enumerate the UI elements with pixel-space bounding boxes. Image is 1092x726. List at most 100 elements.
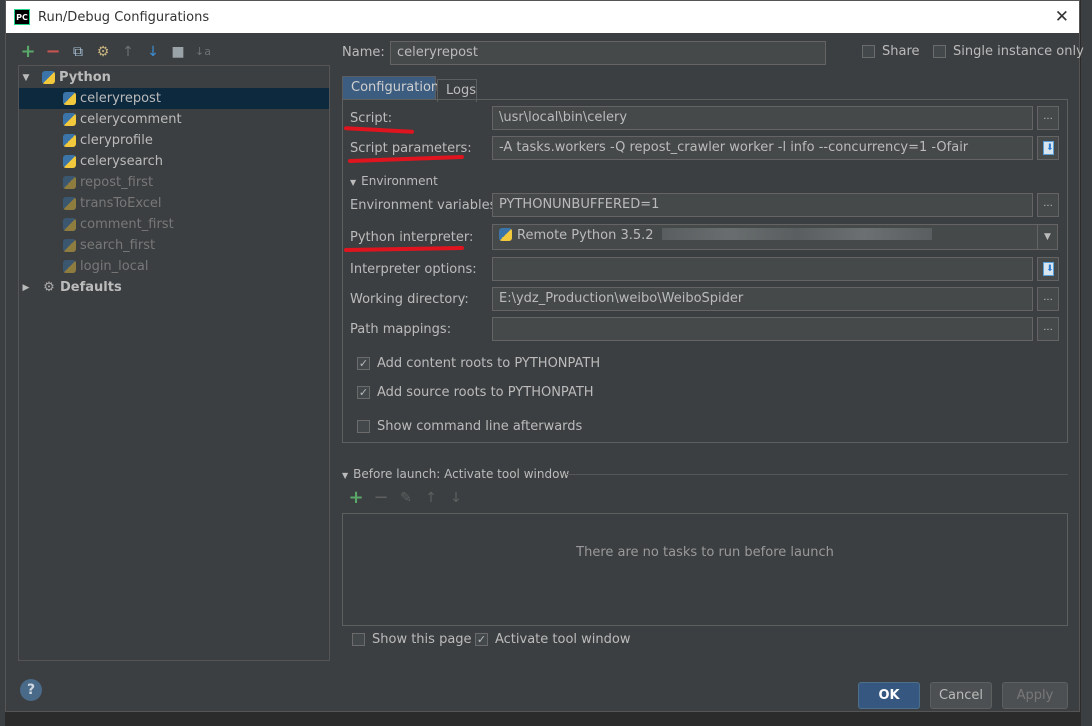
tree-item-label: celerysearch xyxy=(80,154,163,169)
remove-icon[interactable]: − xyxy=(373,489,389,507)
add-source-roots-label: Add source roots to PYTHONPATH xyxy=(377,385,594,400)
add-icon[interactable]: + xyxy=(20,43,36,61)
script-label: Script: xyxy=(350,111,393,126)
python-icon xyxy=(499,228,512,241)
move-down-icon[interactable]: ↓ xyxy=(448,490,464,506)
tree-item-repost-first[interactable]: repost_first xyxy=(19,172,329,193)
show-this-page-label: Show this page xyxy=(372,632,472,647)
edit-path-mappings-button[interactable]: ... xyxy=(1037,317,1059,341)
share-checkbox[interactable] xyxy=(862,45,875,58)
defaults-gear-icon: ⚙ xyxy=(43,279,55,295)
name-input[interactable]: celeryrepost xyxy=(390,41,826,65)
tree-group-defaults[interactable]: ▶ ⚙ Defaults xyxy=(19,277,329,298)
activate-tool-window-label: Activate tool window xyxy=(495,632,631,647)
add-content-roots-label: Add content roots to PYTHONPATH xyxy=(377,356,601,371)
environment-section-label: Environment xyxy=(361,174,438,188)
python-interpreter-label: Python interpreter: xyxy=(350,230,474,245)
window-title: Run/Debug Configurations xyxy=(38,9,210,25)
pycharm-app-icon: PC xyxy=(14,9,30,25)
tree-item-label: cleryprofile xyxy=(80,133,153,148)
expand-arrow-icon[interactable]: ▼ xyxy=(19,73,33,83)
python-icon xyxy=(63,218,76,231)
folder-icon[interactable]: ■ xyxy=(170,44,186,60)
before-launch-empty-text: There are no tasks to run before launch xyxy=(576,545,834,560)
python-icon xyxy=(63,113,76,126)
move-down-icon[interactable]: ↓ xyxy=(145,44,161,60)
add-content-roots-checkbox[interactable]: ✓ xyxy=(357,357,370,370)
interpreter-value: Remote Python 3.5.2 xyxy=(517,228,654,243)
tree-item-celerycomment[interactable]: celerycomment xyxy=(19,109,329,130)
tree-item-transtoexcel[interactable]: transToExcel xyxy=(19,193,329,214)
add-source-roots-checkbox[interactable]: ✓ xyxy=(357,386,370,399)
activate-tool-window-checkbox[interactable]: ✓ xyxy=(475,633,488,646)
python-interpreter-select[interactable]: Remote Python 3.5.2 ▼ xyxy=(492,224,1058,250)
show-this-page-checkbox[interactable] xyxy=(352,633,365,646)
show-cmdline-label: Show command line afterwards xyxy=(377,419,583,434)
before-launch-task-list: There are no tasks to run before launch xyxy=(342,513,1068,626)
remove-icon[interactable]: − xyxy=(45,43,61,61)
show-cmdline-checkbox[interactable] xyxy=(357,420,370,433)
edit-env-vars-button[interactable]: ... xyxy=(1037,193,1059,217)
single-instance-checkbox[interactable] xyxy=(933,45,946,58)
tree-toolbar: + − ⧉ ⚙ ↑ ↓ ■ ↓a xyxy=(20,41,211,63)
tree-group-python[interactable]: ▼ Python xyxy=(19,67,329,88)
chevron-down-icon[interactable]: ▼ xyxy=(1037,225,1057,249)
cancel-button[interactable]: Cancel xyxy=(930,682,992,709)
tree-item-label: celerycomment xyxy=(80,112,182,127)
before-launch-title: Before launch: Activate tool window xyxy=(353,467,570,481)
tab-configuration[interactable]: Configuration xyxy=(342,76,439,99)
tree-item-cleryprofile[interactable]: cleryprofile xyxy=(19,130,329,151)
browse-working-dir-button[interactable]: ... xyxy=(1037,287,1059,311)
working-directory-label: Working directory: xyxy=(350,292,469,307)
expand-options-button[interactable]: ⬇ xyxy=(1037,257,1059,281)
close-icon[interactable]: ✕ xyxy=(1055,7,1069,27)
expand-parameters-button[interactable]: ⬇ xyxy=(1037,136,1059,160)
expand-arrow-icon[interactable]: ▶ xyxy=(19,283,33,293)
move-up-icon[interactable]: ↑ xyxy=(120,44,136,60)
interpreter-options-input[interactable] xyxy=(492,257,1033,281)
browse-script-button[interactable]: ... xyxy=(1037,106,1059,130)
add-icon[interactable]: + xyxy=(348,489,364,507)
ide-background-right xyxy=(1080,0,1092,726)
tree-item-label: celeryrepost xyxy=(80,91,161,106)
working-directory-input[interactable]: E:\ydz_Production\weibo\WeiboSpider xyxy=(492,287,1033,311)
run-debug-dialog: PC Run/Debug Configurations ✕ + − ⧉ ⚙ ↑ … xyxy=(5,0,1084,712)
single-instance-label: Single instance only xyxy=(953,44,1084,59)
apply-button[interactable]: Apply xyxy=(1002,682,1068,709)
tree-item-comment-first[interactable]: comment_first xyxy=(19,214,329,235)
title-bar: PC Run/Debug Configurations ✕ xyxy=(6,1,1079,33)
tree-item-label: search_first xyxy=(80,238,156,253)
script-parameters-input[interactable]: -A tasks.workers -Q repost_crawler worke… xyxy=(492,136,1033,160)
interpreter-options-label: Interpreter options: xyxy=(350,262,477,277)
separator xyxy=(566,474,1068,475)
script-parameters-label: Script parameters: xyxy=(350,141,472,156)
copy-icon[interactable]: ⧉ xyxy=(70,44,86,60)
share-label: Share xyxy=(882,44,920,59)
before-launch-toolbar: + − ✎ ↑ ↓ xyxy=(348,489,464,507)
collapse-arrow-icon: ▼ xyxy=(350,178,357,187)
path-mappings-label: Path mappings: xyxy=(350,322,452,337)
tree-group-label: Defaults xyxy=(60,280,122,295)
ok-button[interactable]: OK xyxy=(858,682,920,709)
environment-section-header[interactable]: ▼ Environment xyxy=(350,174,438,188)
path-mappings-input[interactable] xyxy=(492,317,1033,341)
script-path-input[interactable]: \usr\local\bin\celery xyxy=(492,106,1033,130)
python-icon xyxy=(63,260,76,273)
tree-item-celerysearch[interactable]: celerysearch xyxy=(19,151,329,172)
edit-defaults-icon[interactable]: ⚙ xyxy=(95,44,111,60)
tree-group-label: Python xyxy=(59,70,111,85)
before-launch-header[interactable]: ▼ Before launch: Activate tool window xyxy=(342,467,569,481)
tree-item-celeryrepost[interactable]: celeryrepost xyxy=(19,88,329,109)
tree-item-login-local[interactable]: login_local xyxy=(19,256,329,277)
tree-item-label: login_local xyxy=(80,259,149,274)
move-up-icon[interactable]: ↑ xyxy=(423,490,439,506)
sort-icon[interactable]: ↓a xyxy=(195,44,211,60)
python-icon xyxy=(63,134,76,147)
help-button[interactable]: ? xyxy=(20,679,42,701)
env-vars-input[interactable]: PYTHONUNBUFFERED=1 xyxy=(492,193,1033,217)
configuration-tree: ▼ Python celeryrepost celerycomment cler… xyxy=(18,65,330,661)
tree-item-label: comment_first xyxy=(80,217,174,232)
tree-item-search-first[interactable]: search_first xyxy=(19,235,329,256)
python-icon xyxy=(63,155,76,168)
edit-icon[interactable]: ✎ xyxy=(398,490,414,506)
